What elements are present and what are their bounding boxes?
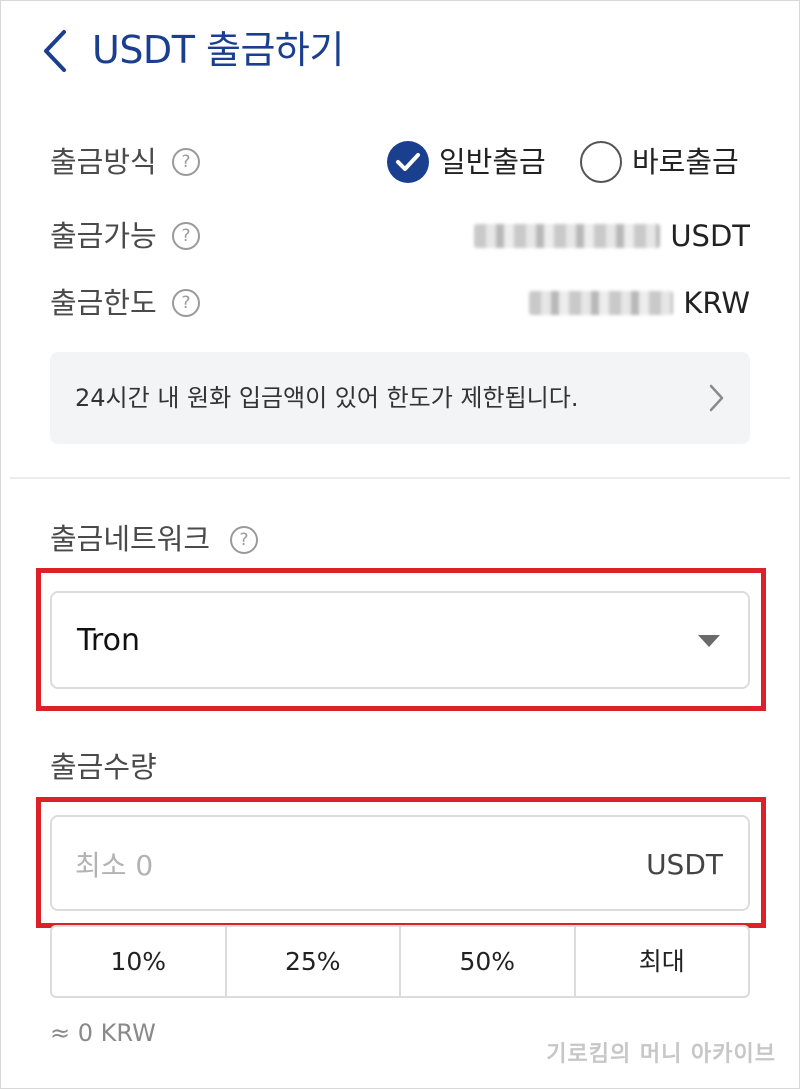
limit-notice[interactable]: 24시간 내 원화 입금액이 있어 한도가 제한됩니다. (50, 352, 750, 444)
limit-amount: KRW (529, 285, 750, 321)
checked-circle-icon (387, 141, 429, 183)
watermark: 기로킴의 머니 아카이브 (546, 1042, 776, 1067)
caret-down-icon (698, 635, 720, 647)
network-selected-value: Tron (77, 623, 140, 658)
redacted-value (529, 291, 674, 315)
pct-25-button[interactable]: 25% (227, 927, 401, 996)
amount-label: 출금수량 (50, 750, 157, 784)
quick-amount-buttons: 10% 25% 50% 최대 (50, 925, 750, 998)
method-label: 출금방식 (50, 145, 157, 179)
chevron-left-icon (44, 30, 66, 72)
chevron-right-icon (709, 384, 724, 412)
unchecked-circle-icon (580, 141, 622, 183)
help-icon[interactable]: ? (172, 148, 200, 176)
available-amount: USDT (474, 218, 750, 254)
method-option-quick[interactable]: 바로출금 (580, 140, 750, 184)
amount-field[interactable]: USDT (50, 815, 750, 911)
available-unit: USDT (670, 219, 750, 253)
max-button[interactable]: 최대 (576, 927, 749, 996)
network-select[interactable]: Tron (50, 591, 750, 689)
pct-50-button[interactable]: 50% (401, 927, 576, 996)
pct-10-button[interactable]: 10% (52, 927, 227, 996)
divider (10, 477, 790, 479)
page-title: USDT 출금하기 (92, 28, 344, 72)
limit-row: 출금한도 ? KRW (50, 281, 750, 325)
redacted-value (474, 224, 661, 248)
amount-input[interactable] (75, 845, 595, 885)
help-icon[interactable]: ? (172, 222, 200, 250)
limit-notice-text: 24시간 내 원화 입금액이 있어 한도가 제한됩니다. (75, 384, 579, 412)
limit-label: 출금한도 (50, 286, 157, 320)
help-icon[interactable]: ? (230, 526, 258, 554)
amount-unit: USDT (646, 848, 723, 881)
available-label: 출금가능 (50, 219, 157, 253)
network-label: 출금네트워크 (50, 522, 211, 556)
method-row: 출금방식 ? 일반출금 바로출금 (50, 140, 750, 184)
header: USDT 출금하기 (0, 0, 800, 100)
method-option-normal-label: 일반출금 (439, 145, 546, 179)
available-row: 출금가능 ? USDT (50, 214, 750, 258)
method-option-quick-label: 바로출금 (632, 145, 739, 179)
krw-estimate: ≈ 0 KRW (50, 1019, 156, 1047)
limit-unit: KRW (683, 286, 750, 320)
method-option-normal[interactable]: 일반출금 (387, 140, 557, 184)
help-icon[interactable]: ? (172, 289, 200, 317)
back-button[interactable] (36, 26, 76, 76)
